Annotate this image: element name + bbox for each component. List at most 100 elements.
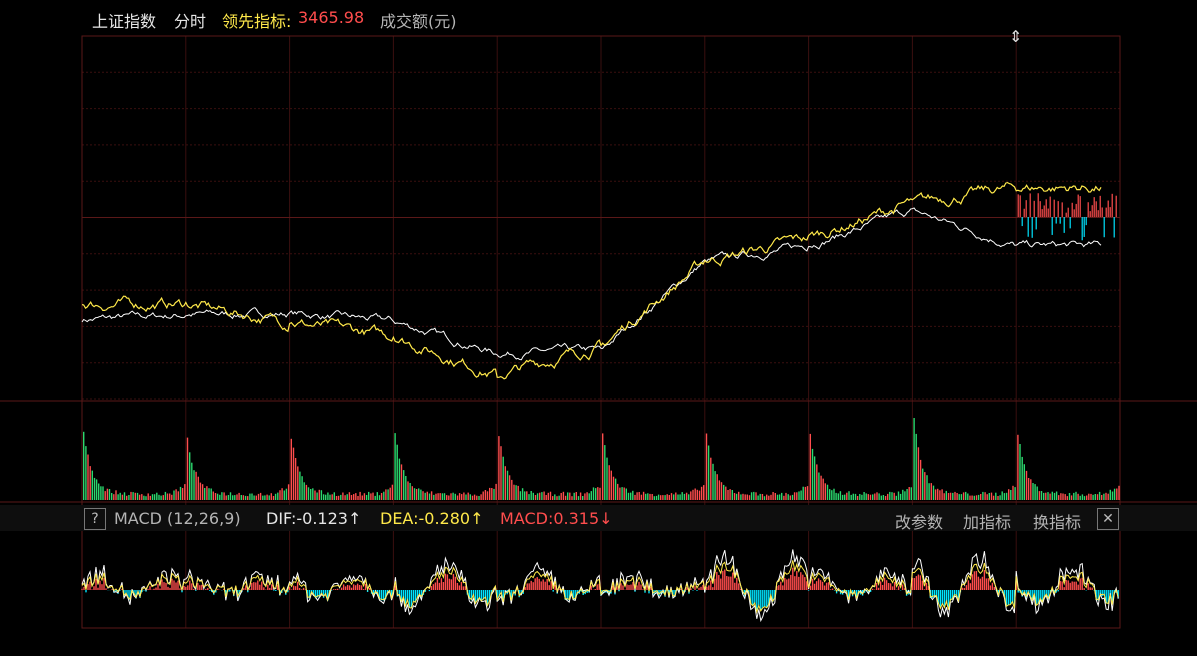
volume-bar [301,476,303,500]
volume-bar [1025,470,1028,500]
volume-bar [675,492,677,500]
volume-bar [549,491,552,500]
volume-bar [969,495,971,500]
volume-bar [543,491,545,500]
volume-bar [508,475,511,500]
volume-bar [653,496,655,500]
volume-bar [816,464,818,500]
volume-bar [376,492,378,500]
volume-bar [958,494,960,500]
volume-bar [519,491,522,500]
volume-bar [712,463,714,500]
switch-indicator-button[interactable]: 换指标 [1033,509,1081,533]
volume-bar [1098,491,1101,500]
volume-bar [558,495,560,500]
add-indicator-button[interactable]: 加指标 [963,509,1011,533]
volume-bar [480,494,482,500]
volume-bar [443,493,446,500]
volume-bar [287,484,290,500]
volume-bar [861,494,863,500]
volume-bar [1109,489,1111,500]
volume-bar [595,488,597,500]
volume-bar [922,468,924,500]
volume-bar [965,491,967,500]
volume-bar [539,492,541,500]
volume-bar [201,484,204,500]
volume-bar [238,492,240,500]
volume-bar [337,495,340,500]
volume-bar [1107,493,1109,500]
volume-bar [502,456,504,500]
volume-bar [387,489,389,500]
volume-bar [145,496,147,500]
volume-bar [415,489,418,500]
volume-bar [783,495,785,500]
volume-bar [353,494,355,500]
volume-bar [1111,491,1114,500]
volume-bar [874,493,876,500]
volume-bar [437,493,439,500]
volume-bar [126,495,128,500]
volume-bar [761,494,764,500]
volume-bar [997,496,999,500]
volume-bar [703,485,705,500]
volume-bar [422,491,424,500]
volume-bar [733,493,736,500]
volume-bar [454,493,456,500]
volume-bar [471,495,474,500]
volume-bar [584,493,586,500]
volume-bar [1014,487,1016,500]
volume-bar [87,454,89,500]
volume-bar [947,493,950,500]
volume-bar [439,493,441,500]
intraday-chart[interactable] [0,0,1197,656]
volume-bar [720,482,723,500]
volume-bar [586,492,588,500]
resize-arrows-icon[interactable]: ⇕ [1009,27,1022,46]
volume-bar [930,483,932,500]
volume-bar [95,479,98,500]
volume-bar [738,491,740,500]
close-icon[interactable]: ✕ [1097,508,1119,530]
volume-bar [597,487,599,500]
volume-bar [787,494,789,500]
help-icon[interactable]: ? [84,508,106,530]
volume-bar [636,492,638,500]
volume-bar [314,490,316,500]
volume-bar [956,493,958,500]
volume-bar [476,495,478,500]
volume-bar [229,492,232,500]
volume-bar [627,492,630,500]
volume-bar [1113,488,1116,500]
volume-bar [763,496,766,500]
modify-params-button[interactable]: 改参数 [895,509,943,533]
volume-bar [670,493,673,500]
volume-bar [405,476,407,500]
volume-bar [811,448,814,500]
volume-bar [1021,456,1023,500]
volume-bar [467,492,469,500]
volume-bar [473,494,476,500]
volume-bar [610,470,612,500]
macd-value: MACD:0.315↓ [500,509,613,528]
volume-bar [766,494,768,500]
volume-bar [469,494,471,500]
volume-bar [342,492,344,500]
volume-bar [102,486,104,500]
volume-bar [1083,496,1086,500]
volume-bar [153,494,156,500]
volume-bar [856,496,859,500]
volume-bar [1062,493,1064,500]
volume-bar [863,492,865,500]
volume-bar [251,493,253,500]
volume-bar [333,492,335,500]
volume-bar [1055,491,1058,500]
volume-bar [1001,491,1003,500]
volume-bar [1038,491,1041,500]
volume-bar [943,493,945,500]
volume-bar [138,494,141,500]
volume-bar [562,491,565,500]
volume-bar [865,493,867,500]
volume-bar [839,491,842,500]
volume-bar [391,484,394,500]
